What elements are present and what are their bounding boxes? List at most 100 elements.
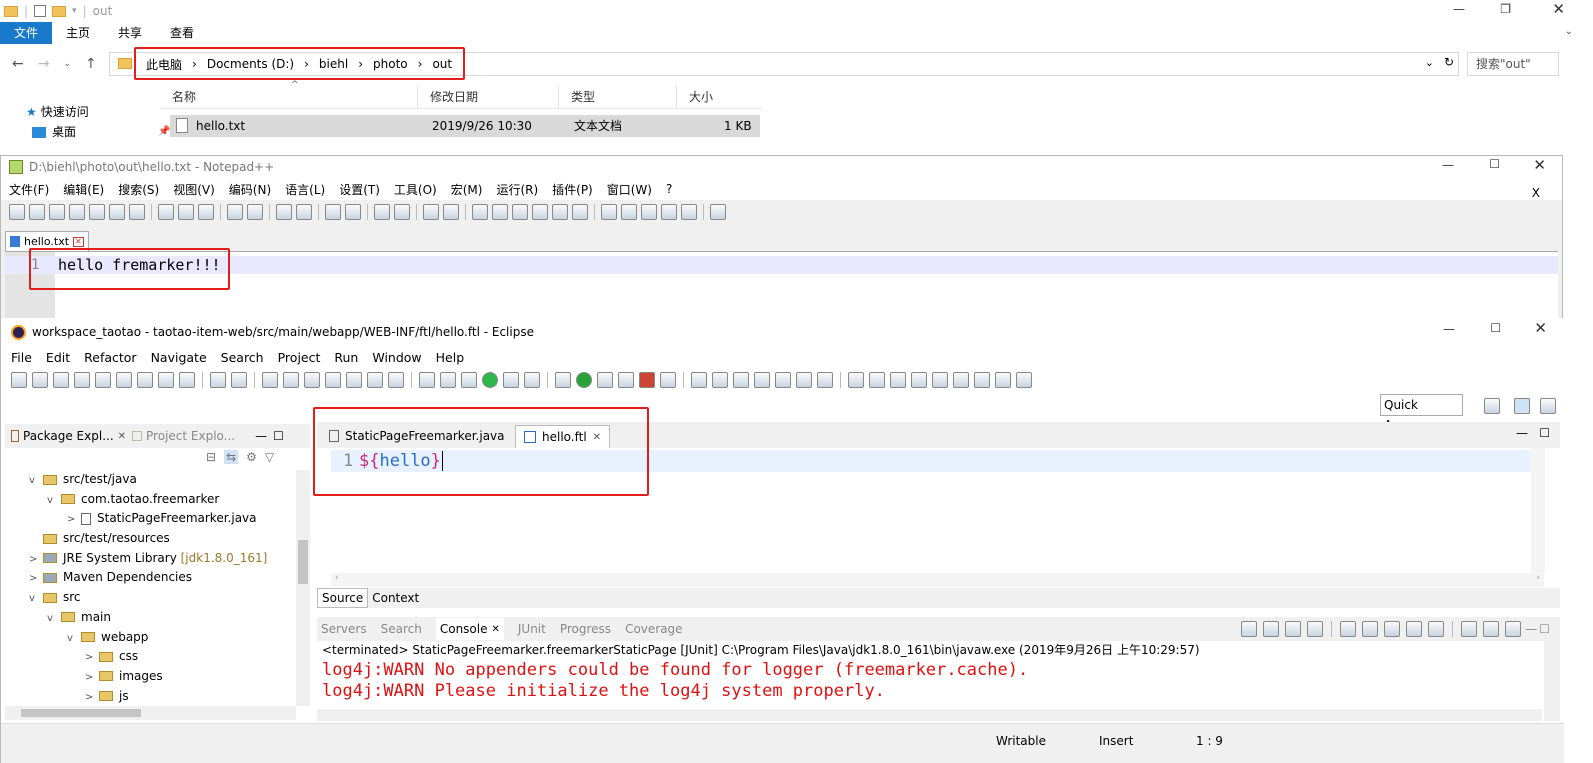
chevron-right-icon[interactable]: > [67, 510, 81, 530]
menu-help[interactable]: Help [436, 350, 465, 365]
terminal-icon[interactable] [116, 372, 132, 388]
menu-plugins[interactable]: 插件(P) [552, 181, 593, 198]
tree-item[interactable]: > StaticPageFreemarker.java [25, 509, 295, 529]
chevron-right-icon[interactable]: > [29, 550, 43, 570]
menu-edit[interactable]: 编辑(E) [63, 181, 104, 198]
save-macro-icon[interactable] [681, 204, 697, 220]
record-macro-icon[interactable] [601, 204, 617, 220]
udl-icon[interactable] [492, 204, 508, 220]
chevron-right-icon[interactable]: > [85, 648, 99, 668]
menu-encoding[interactable]: 编码(N) [229, 181, 271, 198]
column-header-size[interactable]: 大小 [677, 85, 762, 108]
search-icon[interactable] [796, 372, 812, 388]
display-console-icon[interactable] [1483, 621, 1500, 637]
editor-vertical-scrollbar[interactable] [1531, 448, 1545, 573]
close-tab-icon[interactable]: ✕ [73, 236, 84, 247]
remove-all-icon[interactable] [1307, 621, 1324, 637]
tab-source[interactable]: Source [317, 588, 369, 608]
menu-search[interactable]: 搜索(S) [118, 181, 159, 198]
spell-check-icon[interactable] [710, 204, 726, 220]
collapse-all-icon[interactable]: ⊟ [206, 450, 216, 464]
editor-horizontal-scrollbar[interactable]: ‹ › [331, 573, 1544, 587]
tab-coverage[interactable]: Coverage [625, 622, 683, 636]
link-with-editor-icon[interactable]: ⇆ [224, 450, 239, 464]
stop-macro-icon[interactable] [621, 204, 637, 220]
tab-package-explorer[interactable]: Package Expl... ✕ [11, 429, 126, 443]
debug-bug-icon[interactable] [555, 372, 571, 388]
show-all-chars-icon[interactable] [443, 204, 459, 220]
tab-context[interactable]: Context [368, 589, 423, 607]
coverage-icon[interactable] [597, 372, 613, 388]
run-icon[interactable] [576, 372, 592, 388]
pin-icon[interactable]: 📌 [158, 122, 170, 142]
redo-icon[interactable] [247, 204, 263, 220]
show-on-stdout-icon[interactable] [1406, 621, 1423, 637]
function-list-icon[interactable] [532, 204, 548, 220]
chevron-right-icon[interactable]: > [85, 688, 99, 706]
console-vertical-scrollbar[interactable] [1544, 641, 1560, 721]
scrollbar-thumb[interactable] [298, 540, 308, 584]
play-macro-icon[interactable] [641, 204, 657, 220]
refresh-icon[interactable] [1241, 621, 1258, 637]
undo-icon[interactable] [227, 204, 243, 220]
tree-item[interactable]: > JRE System Library [jdk1.8.0_161] [25, 549, 295, 569]
replace-icon[interactable] [296, 204, 312, 220]
debug-perspective-icon[interactable] [1540, 398, 1556, 414]
annotation-icon[interactable] [848, 372, 864, 388]
word-wrap-icon[interactable] [1384, 621, 1401, 637]
maximize-icon[interactable]: ☐ [1490, 321, 1501, 335]
ribbon-tab-file[interactable]: 文件 [0, 22, 53, 44]
quick-access-dropdown-icon[interactable]: ▾ [72, 6, 77, 16]
terminate-icon[interactable] [1263, 621, 1280, 637]
external-tools-icon[interactable] [618, 372, 634, 388]
sync-h-icon[interactable] [394, 204, 410, 220]
show-whitespace-icon[interactable] [869, 372, 885, 388]
menu-run[interactable]: Run [334, 350, 358, 365]
copy-icon[interactable] [178, 204, 194, 220]
tree-item[interactable]: v com.taotao.freemarker [25, 490, 295, 510]
indent-guide-icon[interactable] [472, 204, 488, 220]
save-icon[interactable] [49, 204, 65, 220]
forward-icon[interactable]: → [38, 56, 50, 72]
open-file-icon[interactable] [29, 204, 45, 220]
save-all-icon[interactable] [53, 372, 69, 388]
maximize-view-icon[interactable]: ☐ [273, 429, 284, 443]
close-all-icon[interactable] [109, 204, 125, 220]
chevron-down-icon[interactable]: v [47, 491, 61, 511]
maximize-view-icon[interactable]: ☐ [1539, 622, 1550, 636]
recent-dropdown-icon[interactable]: ⌄ [63, 59, 71, 69]
resume-icon[interactable] [262, 372, 278, 388]
menu-file[interactable]: File [11, 350, 32, 365]
tree-vertical-scrollbar[interactable] [296, 470, 310, 706]
paste-icon[interactable] [198, 204, 214, 220]
up-icon[interactable]: ↑ [85, 56, 97, 72]
open-resource-icon[interactable] [817, 372, 833, 388]
sidebar-item-quick-access[interactable]: ★ 快速访问 [26, 102, 170, 122]
suspend-icon[interactable] [283, 372, 299, 388]
address-dropdown-icon[interactable]: ⌄ [1425, 56, 1434, 69]
menu-window[interactable]: Window [372, 350, 421, 365]
scrollbar-thumb[interactable] [21, 709, 141, 717]
toggle-mark-icon[interactable] [74, 372, 90, 388]
tree-horizontal-scrollbar[interactable] [5, 706, 296, 720]
tree-item[interactable]: > js [25, 687, 295, 706]
drop-to-frame-icon[interactable] [419, 372, 435, 388]
next-annotation-icon[interactable] [932, 372, 948, 388]
close-tab-icon[interactable]: ✕ [491, 624, 499, 635]
folder-workspace-icon[interactable] [552, 204, 568, 220]
flag-icon[interactable] [660, 372, 676, 388]
close-file-icon[interactable] [89, 204, 105, 220]
minimize-view-icon[interactable]: — [255, 429, 267, 443]
menu-project[interactable]: Project [278, 350, 321, 365]
column-header-name[interactable]: 名称 [160, 85, 418, 108]
print-icon[interactable] [129, 204, 145, 220]
stop-icon[interactable] [639, 372, 655, 388]
minimize-view-icon[interactable]: — [1525, 622, 1537, 636]
prev-annotation-icon[interactable] [953, 372, 969, 388]
menu-file[interactable]: 文件(F) [9, 181, 49, 198]
menu-navigate[interactable]: Navigate [151, 350, 207, 365]
open-type-icon[interactable] [754, 372, 770, 388]
chevron-down-icon[interactable]: v [29, 471, 43, 491]
column-header-type[interactable]: 类型 [559, 85, 677, 108]
new-icon[interactable] [11, 372, 27, 388]
